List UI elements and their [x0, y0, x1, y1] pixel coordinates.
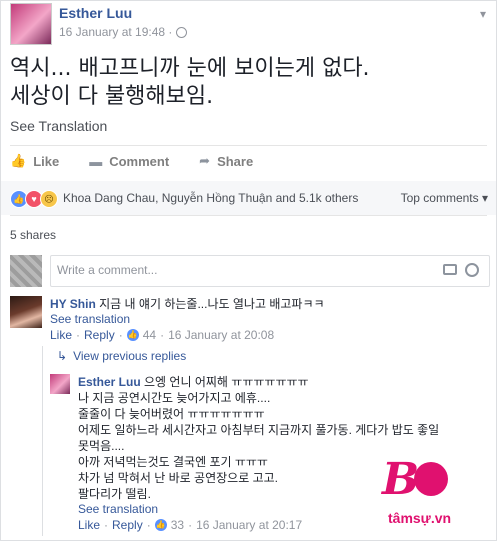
reply-line: 줄줄이 다 늦어버렸어 ㅠㅠㅠㅠㅠㅠㅠ — [78, 407, 265, 421]
thumbs-up-icon: 👍 — [154, 519, 167, 531]
post-body: 역시... 배고프니까 눈에 보이는게 없다. 세상이 다 불행해보임. — [10, 55, 370, 111]
comment-reply-button[interactable]: Reply — [84, 328, 115, 342]
reply-time[interactable]: 16 January at 20:17 — [196, 518, 302, 532]
comment-meta: Like · Reply · 👍 44 · 16 January at 20:0… — [50, 328, 275, 342]
view-previous-replies[interactable]: ↳ View previous replies — [57, 349, 186, 363]
reply-reply-button[interactable]: Reply — [112, 518, 143, 532]
share-icon: ➦ — [199, 153, 211, 168]
reaction-icons[interactable]: 👍 ♥ ☹ — [10, 190, 58, 208]
watermark-text: tâmsự.vn — [388, 510, 452, 526]
view-previous-label: View previous replies — [73, 349, 187, 363]
chevron-down-icon[interactable]: ▾ — [480, 7, 486, 21]
reactions-bar: 👍 ♥ ☹ Khoa Dang Chau, Nguyễn Hồng Thuận … — [1, 181, 496, 215]
sad-reaction-icon: ☹ — [40, 190, 58, 208]
comment-input[interactable] — [57, 263, 427, 277]
reply-line: 어제도 일하느라 세시간자고 아침부터 지금까지 풀가동. 게다가 밥도 좋일 — [78, 423, 440, 437]
post-text-line1: 역시... 배고프니까 눈에 보이는게 없다. — [10, 56, 370, 81]
comment-button[interactable]: ▬ Comment — [89, 153, 169, 169]
comment-see-translation[interactable]: See translation — [50, 312, 470, 326]
reply-like-button[interactable]: Like — [78, 518, 100, 532]
comment-icon: ▬ — [89, 153, 103, 169]
comment-like-button[interactable]: Like — [50, 328, 72, 342]
share-button[interactable]: ➦ Share — [199, 153, 253, 169]
logo-letter: B — [382, 454, 420, 505]
shares-count[interactable]: 5 shares — [10, 228, 56, 242]
divider — [10, 145, 487, 146]
author-avatar[interactable] — [10, 3, 52, 45]
current-user-avatar — [10, 255, 42, 287]
comment-label: Comment — [109, 153, 170, 169]
emoji-icon[interactable] — [465, 263, 479, 277]
post-timestamp[interactable]: 16 January at 19:48 · — [59, 25, 188, 39]
reply-avatar[interactable] — [50, 374, 70, 394]
thumbs-up-icon: 👍 — [126, 329, 139, 341]
reply-thread-line — [42, 346, 43, 536]
thumbs-up-icon: 👍 — [10, 153, 27, 168]
comment: HY Shin 지금 내 얘기 하는줄...나도 열나고 배고파ㅋㅋ See t… — [50, 296, 470, 342]
timestamp-text[interactable]: 16 January at 19:48 · — [59, 25, 172, 39]
reply-like-count[interactable]: 33 — [171, 518, 184, 532]
globe-icon — [176, 26, 188, 38]
reply-line: 나 지금 공연시간도 늦어가지고 에휴.... — [78, 391, 271, 405]
reactors-summary[interactable]: Khoa Dang Chau, Nguyễn Hồng Thuận and 5.… — [63, 191, 358, 205]
camera-icon[interactable] — [443, 264, 457, 275]
watermark-logo: B tâmsự.vn — [382, 454, 490, 526]
reply-line: 으엥 언니 어찌해 ㅠㅠㅠㅠㅠㅠㅠ — [144, 375, 309, 389]
comment-like-count[interactable]: 44 — [143, 328, 156, 342]
commenter-avatar[interactable] — [10, 296, 42, 328]
share-label: Share — [217, 153, 254, 169]
divider — [10, 215, 487, 216]
comment-input-box[interactable] — [50, 255, 490, 287]
top-comments-dropdown[interactable]: Top comments ▾ — [401, 191, 488, 205]
post-text-line2: 세상이 다 불행해보임. — [10, 84, 214, 109]
like-button[interactable]: 👍 Like — [10, 153, 59, 169]
post-card: Esther Luu 16 January at 19:48 · ▾ 역시...… — [0, 0, 497, 541]
comment-text: 지금 내 얘기 하는줄...나도 열나고 배고파ㅋㅋ — [99, 297, 325, 311]
post-actions: 👍 Like ▬ Comment ➦ Share — [10, 153, 253, 169]
comment-time[interactable]: 16 January at 20:08 — [168, 328, 274, 342]
reply-author-name[interactable]: Esther Luu — [78, 375, 141, 389]
like-label: Like — [33, 153, 60, 169]
reply-arrow-icon: ↳ — [57, 349, 68, 363]
author-name[interactable]: Esther Luu — [59, 5, 132, 21]
see-translation-link[interactable]: See Translation — [10, 118, 107, 134]
reply-line: 못먹음.... — [78, 439, 125, 453]
commenter-name[interactable]: HY Shin — [50, 297, 96, 311]
